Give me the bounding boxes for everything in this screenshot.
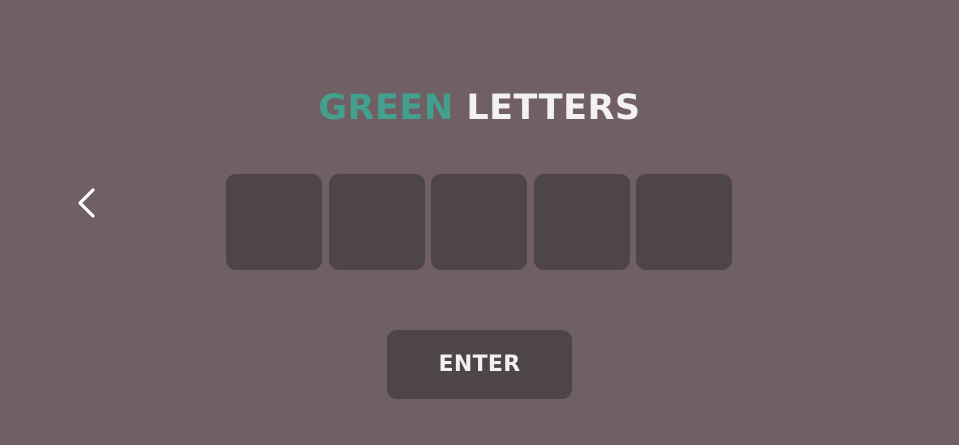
letter-tile-1[interactable]	[226, 174, 322, 270]
letter-tiles	[226, 174, 732, 270]
title-green-word: GREEN	[318, 88, 454, 128]
enter-button[interactable]: ENTER	[387, 330, 572, 399]
title-white-word: LETTERS	[466, 88, 641, 128]
letter-tile-4[interactable]	[533, 174, 630, 270]
chevron-left-icon	[70, 184, 104, 222]
page-title: GREEN LETTERS	[0, 86, 959, 130]
letter-tile-2[interactable]	[328, 174, 425, 270]
letter-tile-5[interactable]	[636, 174, 732, 270]
back-button[interactable]	[70, 184, 104, 222]
letter-tile-3[interactable]	[431, 174, 527, 270]
